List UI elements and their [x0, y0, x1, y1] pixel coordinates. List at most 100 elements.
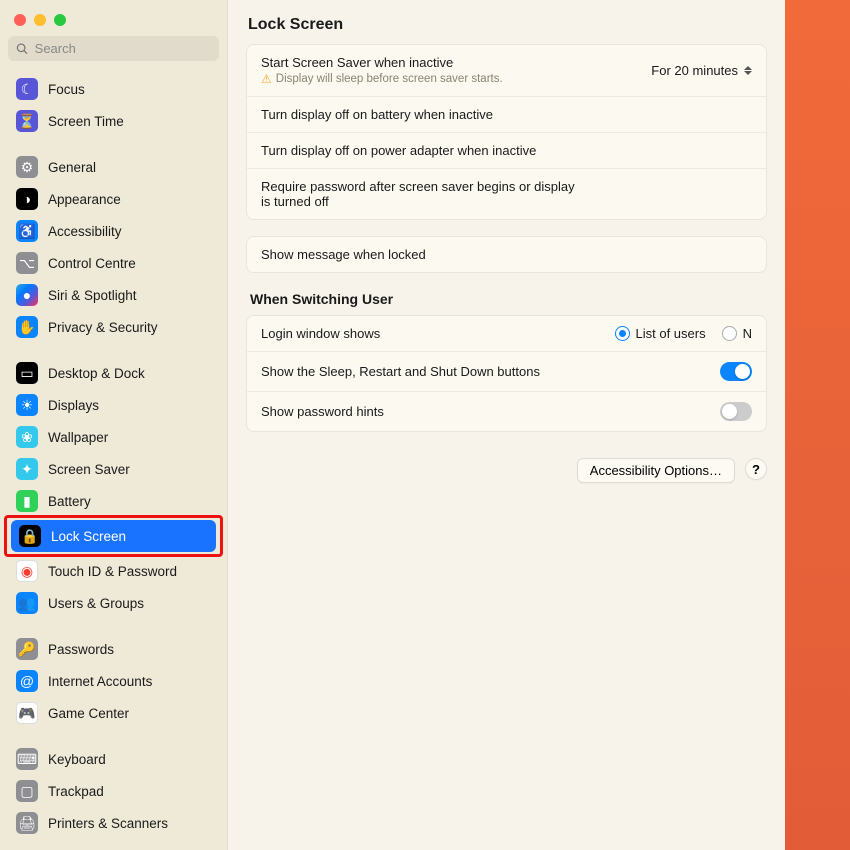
row-label: Show the Sleep, Restart and Shut Down bu… — [261, 364, 720, 379]
sidebar-item-label: Users & Groups — [48, 596, 144, 611]
sidebar-item-label: Privacy & Security — [48, 320, 158, 335]
row-display-off-battery: Turn display off on battery when inactiv… — [247, 97, 766, 133]
row-label: Show message when locked — [261, 247, 752, 262]
sidebar-item-battery[interactable]: ▮ Battery — [8, 485, 219, 517]
row-label: Show password hints — [261, 404, 720, 419]
sidebar-item-focus[interactable]: ☾ Focus — [8, 73, 219, 105]
game-center-icon: 🎮 — [16, 702, 38, 724]
row-label: Require password after screen saver begi… — [261, 179, 581, 209]
search-input[interactable] — [35, 41, 211, 56]
appearance-icon: ◑ — [16, 188, 38, 210]
settings-group-display: Start Screen Saver when inactive ⚠ Displ… — [246, 44, 767, 220]
sidebar-item-label: Printers & Scanners — [48, 816, 168, 831]
sidebar-item-lock-screen[interactable]: 🔒Lock Screen — [11, 520, 216, 552]
toggle-show-buttons[interactable] — [720, 362, 752, 381]
sidebar-item-keyboard[interactable]: ⌨Keyboard — [8, 743, 219, 775]
sidebar-item-touch-id-password[interactable]: ◉ Touch ID & Password — [8, 555, 219, 587]
passwords-icon: 🔑 — [16, 638, 38, 660]
sidebar-item-accessibility[interactable]: ♿Accessibility — [8, 215, 219, 247]
touch-id-password-icon: ◉ — [16, 560, 38, 582]
sidebar-item-label: Appearance — [48, 192, 121, 207]
sidebar-item-desktop-dock[interactable]: ▭ Desktop & Dock — [8, 357, 219, 389]
sidebar-item-label: Touch ID & Password — [48, 564, 177, 579]
screensaver-dropdown[interactable]: For 20 minutes — [651, 63, 752, 78]
row-login-window: Login window shows List of users N — [247, 316, 766, 352]
sidebar-item-label: Passwords — [48, 642, 114, 657]
sidebar-item-appearance[interactable]: ◑ Appearance — [8, 183, 219, 215]
accessibility-options-button[interactable]: Accessibility Options… — [577, 458, 735, 483]
help-button[interactable]: ? — [745, 458, 767, 480]
sidebar-item-internet-accounts[interactable]: @ Internet Accounts — [8, 665, 219, 697]
wallpaper-icon: ❀ — [16, 426, 38, 448]
users-groups-icon: 👥 — [16, 592, 38, 614]
row-show-message: Show message when locked — [247, 237, 766, 272]
row-require-password: Require password after screen saver begi… — [247, 169, 766, 219]
row-show-buttons: Show the Sleep, Restart and Shut Down bu… — [247, 352, 766, 392]
sidebar-item-label: Desktop & Dock — [48, 366, 145, 381]
search-icon — [16, 42, 29, 56]
warning-text: ⚠ Display will sleep before screen saver… — [261, 72, 651, 86]
sidebar-item-displays[interactable]: ☀ Displays — [8, 389, 219, 421]
sidebar-item-trackpad[interactable]: ▢ Trackpad — [8, 775, 219, 807]
toggle-show-hints[interactable] — [720, 402, 752, 421]
sidebar-item-privacy-security[interactable]: ✋ Privacy & Security — [8, 311, 219, 343]
sidebar-item-printers-scanners[interactable]: 🖨 Printers & Scanners — [8, 807, 219, 839]
highlight-annotation: 🔒Lock Screen — [4, 515, 223, 557]
page-title: Lock Screen — [248, 16, 765, 34]
screen-saver-icon: ✦ — [16, 458, 38, 480]
radio-list-of-users[interactable]: List of users — [615, 326, 706, 341]
search-field[interactable] — [8, 36, 219, 61]
screen-time-icon: ⏳ — [16, 110, 38, 132]
row-label: Start Screen Saver when inactive — [261, 55, 651, 70]
row-show-hints: Show password hints — [247, 392, 766, 431]
content-pane: Lock Screen Start Screen Saver when inac… — [228, 0, 785, 850]
control-centre-icon: ⌥ — [16, 252, 38, 274]
internet-accounts-icon: @ — [16, 670, 38, 692]
sidebar-item-wallpaper[interactable]: ❀ Wallpaper — [8, 421, 219, 453]
sidebar-item-general[interactable]: ⚙General — [8, 151, 219, 183]
sidebar-item-label: Siri & Spotlight — [48, 288, 137, 303]
sidebar-item-game-center[interactable]: 🎮Game Center — [8, 697, 219, 729]
sidebar-item-label: Trackpad — [48, 784, 104, 799]
printers-scanners-icon: 🖨 — [16, 812, 38, 834]
sidebar-item-label: Battery — [48, 494, 91, 509]
sidebar-list[interactable]: ☾ Focus ⏳ Screen Time ⚙General ◑ Appearance ♿Ac… — [0, 69, 227, 850]
sidebar-item-control-centre[interactable]: ⌥ Control Centre — [8, 247, 219, 279]
sidebar-item-label: Wallpaper — [48, 430, 108, 445]
sidebar-item-label: Screen Time — [48, 114, 124, 129]
lock-screen-icon: 🔒 — [19, 525, 41, 547]
minimize-icon[interactable] — [34, 14, 46, 26]
settings-group-switching: Login window shows List of users N Show — [246, 315, 767, 432]
section-title: When Switching User — [250, 291, 763, 307]
sidebar-item-label: Displays — [48, 398, 99, 413]
radio-icon — [722, 326, 737, 341]
sidebar-item-users-groups[interactable]: 👥 Users & Groups — [8, 587, 219, 619]
sidebar-item-label: Control Centre — [48, 256, 136, 271]
radio-icon — [615, 326, 630, 341]
accessibility-icon: ♿ — [16, 220, 38, 242]
focus-icon: ☾ — [16, 78, 38, 100]
sidebar: ☾ Focus ⏳ Screen Time ⚙General ◑ Appearance ♿Ac… — [0, 0, 228, 850]
trackpad-icon: ▢ — [16, 780, 38, 802]
privacy-security-icon: ✋ — [16, 316, 38, 338]
sidebar-item-passwords[interactable]: 🔑 Passwords — [8, 633, 219, 665]
sidebar-item-screen-saver[interactable]: ✦ Screen Saver — [8, 453, 219, 485]
battery-icon: ▮ — [16, 490, 38, 512]
radio-name-password[interactable]: N — [722, 326, 752, 341]
siri-spotlight-icon: ● — [16, 284, 38, 306]
settings-group-message: Show message when locked — [246, 236, 767, 273]
sidebar-item-siri-spotlight[interactable]: ● Siri & Spotlight — [8, 279, 219, 311]
sidebar-item-label: Screen Saver — [48, 462, 130, 477]
displays-icon: ☀ — [16, 394, 38, 416]
sidebar-item-label: Focus — [48, 82, 85, 97]
sidebar-item-label: Internet Accounts — [48, 674, 152, 689]
sidebar-item-screen-time[interactable]: ⏳ Screen Time — [8, 105, 219, 137]
row-label: Login window shows — [261, 326, 615, 341]
desktop-dock-icon: ▭ — [16, 362, 38, 384]
row-screensaver: Start Screen Saver when inactive ⚠ Displ… — [247, 45, 766, 97]
chevron-updown-icon — [744, 66, 752, 75]
fullscreen-icon[interactable] — [54, 14, 66, 26]
row-label: Turn display off on battery when inactiv… — [261, 107, 752, 122]
keyboard-icon: ⌨ — [16, 748, 38, 770]
close-icon[interactable] — [14, 14, 26, 26]
